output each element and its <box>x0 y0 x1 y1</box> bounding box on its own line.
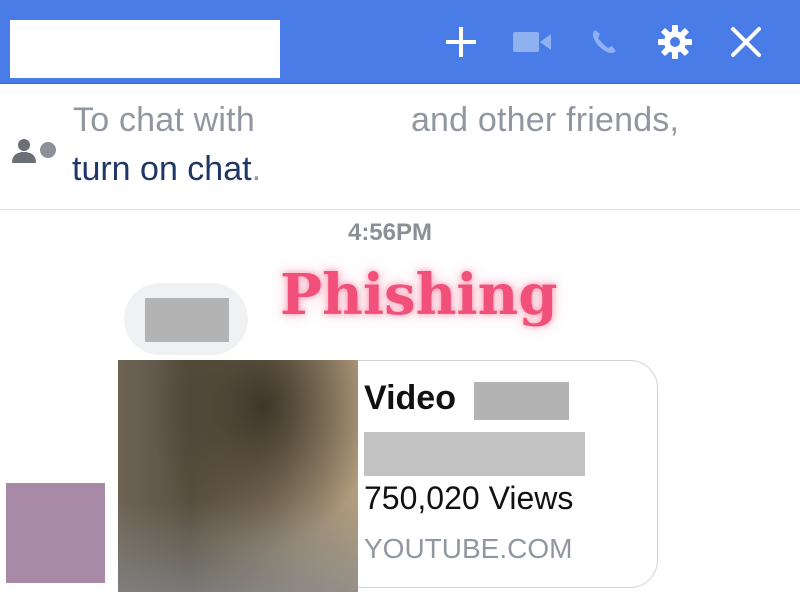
friends-icon <box>8 138 64 164</box>
notice-text-after: and other friends, <box>410 101 680 139</box>
phishing-overlay-label: Phishing <box>280 262 558 328</box>
link-preview-title[interactable]: Video <box>364 379 456 418</box>
view-count: 750,020 Views <box>364 480 574 516</box>
gear-icon[interactable] <box>655 22 695 62</box>
message-timestamp: 4:56PM <box>347 219 433 246</box>
message-redacted-text <box>145 298 229 342</box>
link-domain: YOUTUBE.COM <box>364 533 573 564</box>
chat-notice-line-2: turn on chat. <box>72 150 261 189</box>
video-thumbnail[interactable] <box>118 360 358 592</box>
turn-on-chat-link[interactable]: turn on chat <box>72 150 252 188</box>
notice-text-before: To chat with <box>73 101 255 139</box>
conversation-title-redacted <box>10 20 280 78</box>
chat-notice-text: To chat with and other friends, <box>73 101 679 140</box>
video-icon[interactable] <box>512 22 552 62</box>
avatar[interactable] <box>6 483 105 583</box>
phone-icon[interactable] <box>584 22 624 62</box>
chat-header <box>0 0 800 84</box>
title-redacted <box>474 382 569 420</box>
close-icon[interactable] <box>726 22 766 62</box>
notice-period: . <box>251 150 262 188</box>
plus-icon[interactable] <box>441 22 481 62</box>
subtitle-redacted <box>364 432 585 476</box>
